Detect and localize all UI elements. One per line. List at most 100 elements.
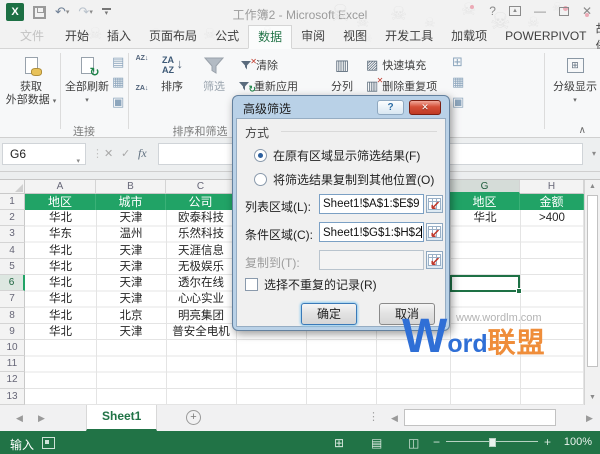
- name-box[interactable]: G6 ▾: [2, 143, 86, 165]
- row-header-13[interactable]: 13: [0, 388, 25, 405]
- sort-button[interactable]: ZA AZ ↓ 排序: [152, 52, 192, 94]
- clear-filter-button[interactable]: ✕ 清除: [240, 57, 278, 73]
- reapply-filter-button[interactable]: ↻ 重新应用: [238, 78, 298, 94]
- list-range-picker-button[interactable]: [426, 195, 443, 213]
- save-icon[interactable]: [33, 5, 46, 19]
- cell-b6[interactable]: 天津: [96, 275, 166, 291]
- connection-properties-icon[interactable]: ▤: [112, 55, 124, 69]
- cell-h1[interactable]: 金额: [520, 194, 584, 211]
- cell-a8[interactable]: 华北: [25, 308, 96, 324]
- tab-data[interactable]: 数据: [248, 25, 293, 49]
- connections-icon[interactable]: ▦: [112, 75, 124, 89]
- column-header-c[interactable]: C: [166, 180, 236, 194]
- minimize-icon[interactable]: —: [534, 5, 546, 17]
- refresh-all-button[interactable]: ↻ 全部刷新 ▾: [64, 52, 110, 107]
- cell-b2[interactable]: 天津: [96, 210, 166, 226]
- cell-a5[interactable]: 华北: [25, 259, 96, 275]
- cell-h2[interactable]: >400: [520, 210, 584, 226]
- scroll-down-icon[interactable]: ▼: [585, 391, 600, 405]
- scroll-up-icon[interactable]: ▲: [585, 180, 600, 194]
- tab-page-layout[interactable]: 页面布局: [140, 25, 206, 48]
- dialog-help-button[interactable]: ?: [377, 100, 404, 115]
- cell-c7[interactable]: 心心实业: [166, 291, 236, 307]
- cell-b7[interactable]: 天津: [96, 291, 166, 307]
- expand-formula-bar-icon[interactable]: ▾: [592, 149, 596, 158]
- zoom-slider-thumb[interactable]: [489, 438, 496, 447]
- tab-scroll-splitter[interactable]: ⋮: [368, 410, 379, 423]
- cell-a1[interactable]: 地区: [25, 194, 96, 211]
- row-header-5[interactable]: 5: [0, 258, 25, 276]
- formula-bar-splitter[interactable]: ⋮: [92, 147, 103, 160]
- ok-button[interactable]: 确定: [301, 303, 357, 325]
- cell-b5[interactable]: 天津: [96, 259, 166, 275]
- cancel-button[interactable]: 取消: [379, 303, 435, 325]
- cell-b4[interactable]: 天津: [96, 243, 166, 259]
- tab-formulas[interactable]: 公式: [206, 25, 248, 48]
- vertical-scrollbar[interactable]: ▲ ▼: [584, 180, 600, 405]
- help-icon[interactable]: ?: [489, 5, 496, 17]
- cell-c1[interactable]: 公司: [166, 194, 236, 211]
- consolidate-icon[interactable]: ⊞: [452, 55, 464, 69]
- text-to-columns-button[interactable]: ▥ 分列: [324, 52, 360, 94]
- row-header-8[interactable]: 8: [0, 307, 25, 324]
- vertical-scroll-thumb[interactable]: [587, 195, 598, 367]
- redo-button[interactable]: ↷▾: [78, 5, 92, 19]
- row-header-11[interactable]: 11: [0, 356, 25, 373]
- tab-home[interactable]: 开始: [56, 25, 98, 48]
- column-header-h[interactable]: H: [520, 180, 584, 194]
- tab-view[interactable]: 视图: [334, 25, 376, 48]
- cell-a7[interactable]: 华北: [25, 291, 96, 307]
- zoom-level[interactable]: 100%: [564, 436, 592, 448]
- tab-review[interactable]: 审阅: [292, 25, 334, 48]
- copy-to-picker-button[interactable]: [426, 251, 443, 269]
- active-cell-selection[interactable]: [450, 275, 522, 295]
- row-header-12[interactable]: 12: [0, 372, 25, 389]
- hscroll-left-icon[interactable]: ◀: [391, 413, 398, 424]
- excel-logo-icon[interactable]: X: [6, 3, 24, 21]
- zoom-in-icon[interactable]: +: [544, 435, 551, 449]
- cancel-entry-icon[interactable]: ✕: [104, 147, 113, 160]
- radio-unchecked-icon[interactable]: [254, 173, 267, 186]
- dialog-close-button[interactable]: ✕: [409, 100, 441, 115]
- row-header-3[interactable]: 3: [0, 226, 25, 243]
- macro-record-icon[interactable]: [42, 437, 55, 449]
- maximize-icon[interactable]: [558, 6, 569, 16]
- new-sheet-icon[interactable]: +: [186, 410, 201, 425]
- cell-b8[interactable]: 北京: [96, 308, 166, 324]
- customize-qat-icon[interactable]: ▾: [101, 7, 111, 17]
- tab-addins[interactable]: 加载项: [442, 25, 496, 48]
- copy-to-location-option[interactable]: 将筛选结果复制到其他位置(O): [254, 171, 434, 188]
- cell-c5[interactable]: 无极娱乐: [166, 259, 236, 275]
- account-area[interactable]: 胡俊 ▾: [596, 22, 600, 53]
- sort-descending-icon[interactable]: ZA↓: [134, 85, 150, 103]
- insert-function-icon[interactable]: fx: [138, 146, 147, 161]
- tab-powerpivot[interactable]: POWERPIVOT: [496, 25, 595, 48]
- column-header-b[interactable]: B: [96, 180, 166, 194]
- sheet-tab-sheet1[interactable]: Sheet1: [86, 405, 158, 431]
- select-all-corner[interactable]: [0, 180, 25, 194]
- cell-c8[interactable]: 明亮集团: [166, 308, 236, 324]
- sheet-prev-icon[interactable]: ◀: [16, 413, 23, 424]
- row-header-6[interactable]: 6: [0, 275, 25, 292]
- remove-duplicates-button[interactable]: ▥ ✕ 删除重复项: [366, 76, 437, 94]
- row-header-10[interactable]: 10: [0, 339, 25, 357]
- fill-handle[interactable]: [516, 288, 522, 295]
- row-header-1[interactable]: 1: [0, 194, 25, 211]
- cell-a4[interactable]: 华北: [25, 243, 96, 259]
- hscroll-right-icon[interactable]: ▶: [586, 413, 593, 424]
- flash-fill-button[interactable]: ▨ 快速填充: [366, 57, 426, 73]
- cell-c6[interactable]: 透尔在线: [166, 275, 236, 291]
- what-if-analysis-icon[interactable]: ▦: [452, 75, 464, 89]
- row-header-9[interactable]: 9: [0, 323, 25, 340]
- cell-b9[interactable]: 天津: [96, 324, 166, 340]
- confirm-entry-icon[interactable]: ✓: [121, 147, 130, 160]
- sheet-next-icon[interactable]: ▶: [38, 413, 45, 424]
- radio-checked-icon[interactable]: [254, 149, 267, 162]
- tab-file[interactable]: 文件: [8, 25, 56, 48]
- horizontal-scroll-thumb[interactable]: [404, 409, 556, 426]
- cell-b1[interactable]: 城市: [96, 194, 166, 211]
- tab-insert[interactable]: 插入: [98, 25, 140, 48]
- row-header-2[interactable]: 2: [0, 210, 25, 227]
- chevron-down-icon[interactable]: ▾: [76, 152, 80, 172]
- page-layout-view-icon[interactable]: ▤: [371, 436, 382, 450]
